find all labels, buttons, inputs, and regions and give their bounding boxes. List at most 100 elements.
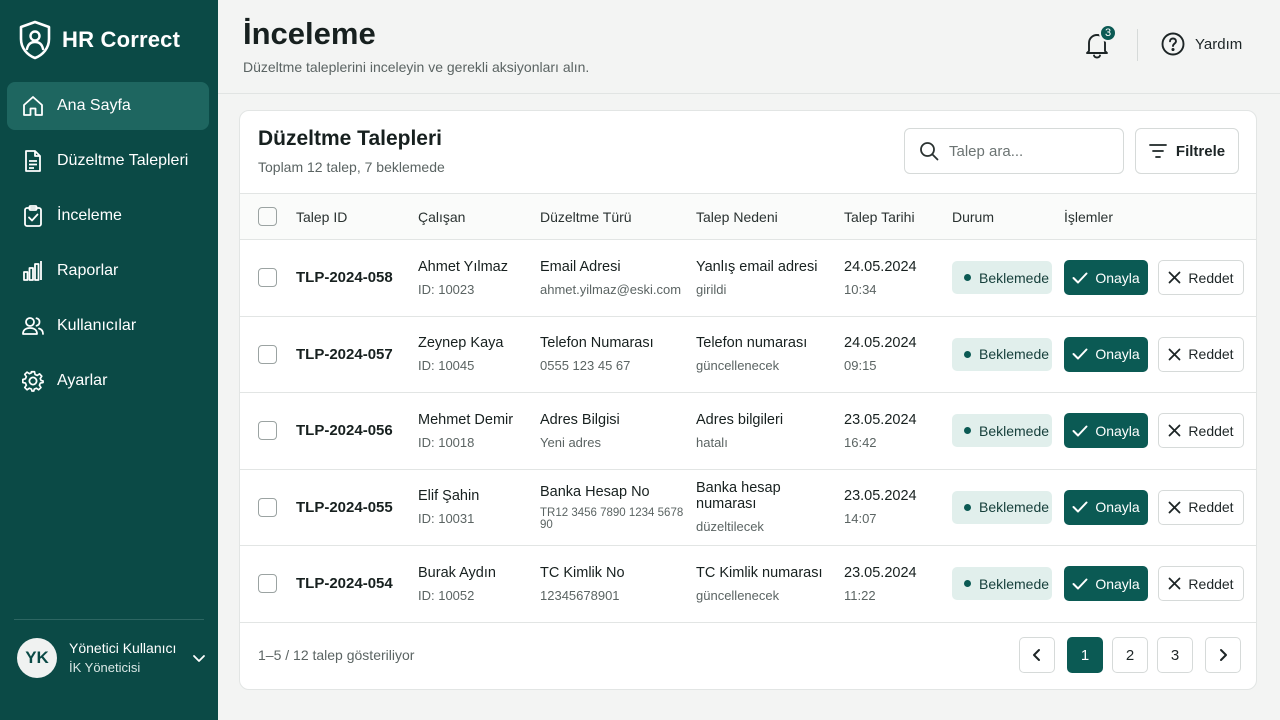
sidebar-item-duzeltme-talepleri[interactable]: Düzeltme Talepleri xyxy=(7,137,209,185)
close-icon xyxy=(1169,577,1181,590)
app-name: HR Correct xyxy=(62,27,181,52)
request-reason-cont: düzeltilecek xyxy=(696,519,764,535)
sidebar-item-raporlar[interactable]: Raporlar xyxy=(7,247,209,295)
user-profile-menu[interactable]: YK Yönetici Kullanıcı İK Yöneticisi xyxy=(17,638,207,678)
approve-button[interactable]: Onayla xyxy=(1064,336,1148,372)
column-header[interactable]: Çalışan xyxy=(418,193,540,240)
employee-id: ID: 10023 xyxy=(418,281,475,297)
search-box[interactable] xyxy=(904,128,1124,174)
page-title: İnceleme xyxy=(243,16,376,51)
reject-label: Reddet xyxy=(1188,422,1234,439)
page-header: İnceleme Düzeltme taleplerini inceleyin … xyxy=(218,0,1280,94)
column-header[interactable]: Talep Nedeni xyxy=(696,193,844,240)
page-button-2[interactable]: 2 xyxy=(1112,637,1148,673)
help-button[interactable]: Yardım xyxy=(1161,32,1242,56)
sidebar-item-label: Ayarlar xyxy=(57,372,108,389)
column-header[interactable]: Talep Tarihi xyxy=(844,193,952,240)
card-title: Düzeltme Talepleri xyxy=(258,127,442,150)
status-label: Beklemede xyxy=(979,346,1050,363)
request-date: 23.05.2024 xyxy=(844,564,917,581)
check-icon xyxy=(1072,425,1088,437)
search-input[interactable] xyxy=(949,142,1109,160)
column-header[interactable]: Durum xyxy=(952,193,1064,240)
reject-button[interactable]: Reddet xyxy=(1158,336,1244,372)
employee-id: ID: 10018 xyxy=(418,434,475,450)
row-checkbox[interactable] xyxy=(258,344,277,364)
help-icon xyxy=(1161,32,1185,56)
close-icon xyxy=(1169,501,1181,514)
row-checkbox[interactable] xyxy=(258,574,277,594)
approve-button[interactable]: Onayla xyxy=(1064,489,1148,525)
request-id: TLP-2024-058 xyxy=(296,269,393,287)
row-actions: Onayla Reddet xyxy=(1064,413,1256,449)
page-subtitle: Düzeltme taleplerini inceleyin ve gerekl… xyxy=(243,59,590,75)
reject-label: Reddet xyxy=(1188,269,1234,286)
sidebar-item-ana-sayfa[interactable]: Ana Sayfa xyxy=(7,82,209,130)
request-id: TLP-2024-056 xyxy=(296,422,393,440)
sidebar-item-kullanicilar[interactable]: Kullanıcılar xyxy=(7,302,209,350)
previous-page-button[interactable] xyxy=(1019,637,1055,673)
table-row: TLP-2024-057 Zeynep Kaya ID: 10045 Telefon … xyxy=(240,316,1256,393)
sidebar-item-ayarlar[interactable]: Ayarlar xyxy=(7,357,209,405)
request-id: TLP-2024-055 xyxy=(296,498,393,516)
sidebar: HR Correct Ana Sayfa Düzeltme Talepleri … xyxy=(0,0,218,720)
close-icon xyxy=(1169,271,1181,284)
approve-button[interactable]: Onayla xyxy=(1064,413,1148,449)
reject-button[interactable]: Reddet xyxy=(1158,260,1244,296)
row-checkbox[interactable] xyxy=(258,421,277,441)
search-icon xyxy=(920,142,939,161)
sidebar-item-label: Kullanıcılar xyxy=(57,317,137,334)
row-checkbox[interactable] xyxy=(258,497,277,517)
select-all-checkbox[interactable] xyxy=(258,207,277,226)
column-header[interactable]: Düzeltme Türü xyxy=(540,193,696,240)
bar-chart-icon xyxy=(23,261,42,281)
request-date: 24.05.2024 xyxy=(844,335,917,352)
approve-label: Onayla xyxy=(1095,346,1140,363)
employee-name: Burak Aydın xyxy=(418,564,496,581)
table-row: TLP-2024-058 Ahmet Yılmaz ID: 10023 Email A… xyxy=(240,239,1256,317)
approve-button[interactable]: Onayla xyxy=(1064,566,1148,602)
avatar: YK xyxy=(17,638,57,678)
app-logo[interactable]: HR Correct xyxy=(18,20,180,60)
request-reason-cont: hatalı xyxy=(696,434,728,450)
table-row: TLP-2024-054 Burak Aydın ID: 10052 TC Kimli… xyxy=(240,545,1256,623)
approve-label: Onayla xyxy=(1095,422,1140,439)
filter-icon xyxy=(1149,144,1167,158)
reject-button[interactable]: Reddet xyxy=(1158,413,1244,449)
reject-button[interactable]: Reddet xyxy=(1158,566,1244,602)
row-actions: Onayla Reddet xyxy=(1064,260,1256,296)
correction-type: Email Adresi xyxy=(540,258,621,275)
request-time: 10:34 xyxy=(844,281,877,297)
reject-button[interactable]: Reddet xyxy=(1158,489,1244,525)
filter-button[interactable]: Filtrele xyxy=(1135,128,1239,174)
approve-button[interactable]: Onayla xyxy=(1064,260,1148,296)
notification-badge: 3 xyxy=(1099,24,1117,42)
next-page-button[interactable] xyxy=(1205,637,1241,673)
table-row: TLP-2024-056 Mehmet Demir ID: 10018 Adres B… xyxy=(240,392,1256,470)
chevron-down-icon[interactable] xyxy=(191,650,207,666)
sidebar-item-inceleme[interactable]: İnceleme xyxy=(7,192,209,240)
clipboard-check-icon xyxy=(24,205,42,227)
row-checkbox[interactable] xyxy=(258,268,277,288)
request-reason-cont: güncellenecek xyxy=(696,358,780,374)
request-date: 23.05.2024 xyxy=(844,411,917,428)
document-icon xyxy=(25,150,41,172)
shield-user-icon xyxy=(19,20,51,60)
requests-card: Düzeltme Talepleri Toplam 12 talep, 7 be… xyxy=(239,110,1257,690)
page-button-3[interactable]: 3 xyxy=(1157,637,1193,673)
page-button-1[interactable]: 1 xyxy=(1067,637,1103,673)
request-id: TLP-2024-054 xyxy=(296,575,393,593)
correction-detail: 0555 123 45 67 xyxy=(540,358,631,374)
employee-id: ID: 10045 xyxy=(418,358,475,374)
request-reason: Adres bilgileri xyxy=(696,411,784,428)
status-label: Beklemede xyxy=(979,422,1050,439)
correction-detail: TR12 3456 7890 1234 5678 90 xyxy=(540,506,684,531)
table-body: TLP-2024-058 Ahmet Yılmaz ID: 10023 Email A… xyxy=(240,239,1256,623)
correction-detail: 12345678901 xyxy=(540,587,620,603)
header-divider xyxy=(1137,29,1138,61)
column-header[interactable]: Talep ID xyxy=(278,193,418,240)
request-date: 23.05.2024 xyxy=(844,488,917,505)
sidebar-item-label: Ana Sayfa xyxy=(57,97,131,114)
status-dot xyxy=(964,274,971,282)
status-dot xyxy=(964,350,971,358)
